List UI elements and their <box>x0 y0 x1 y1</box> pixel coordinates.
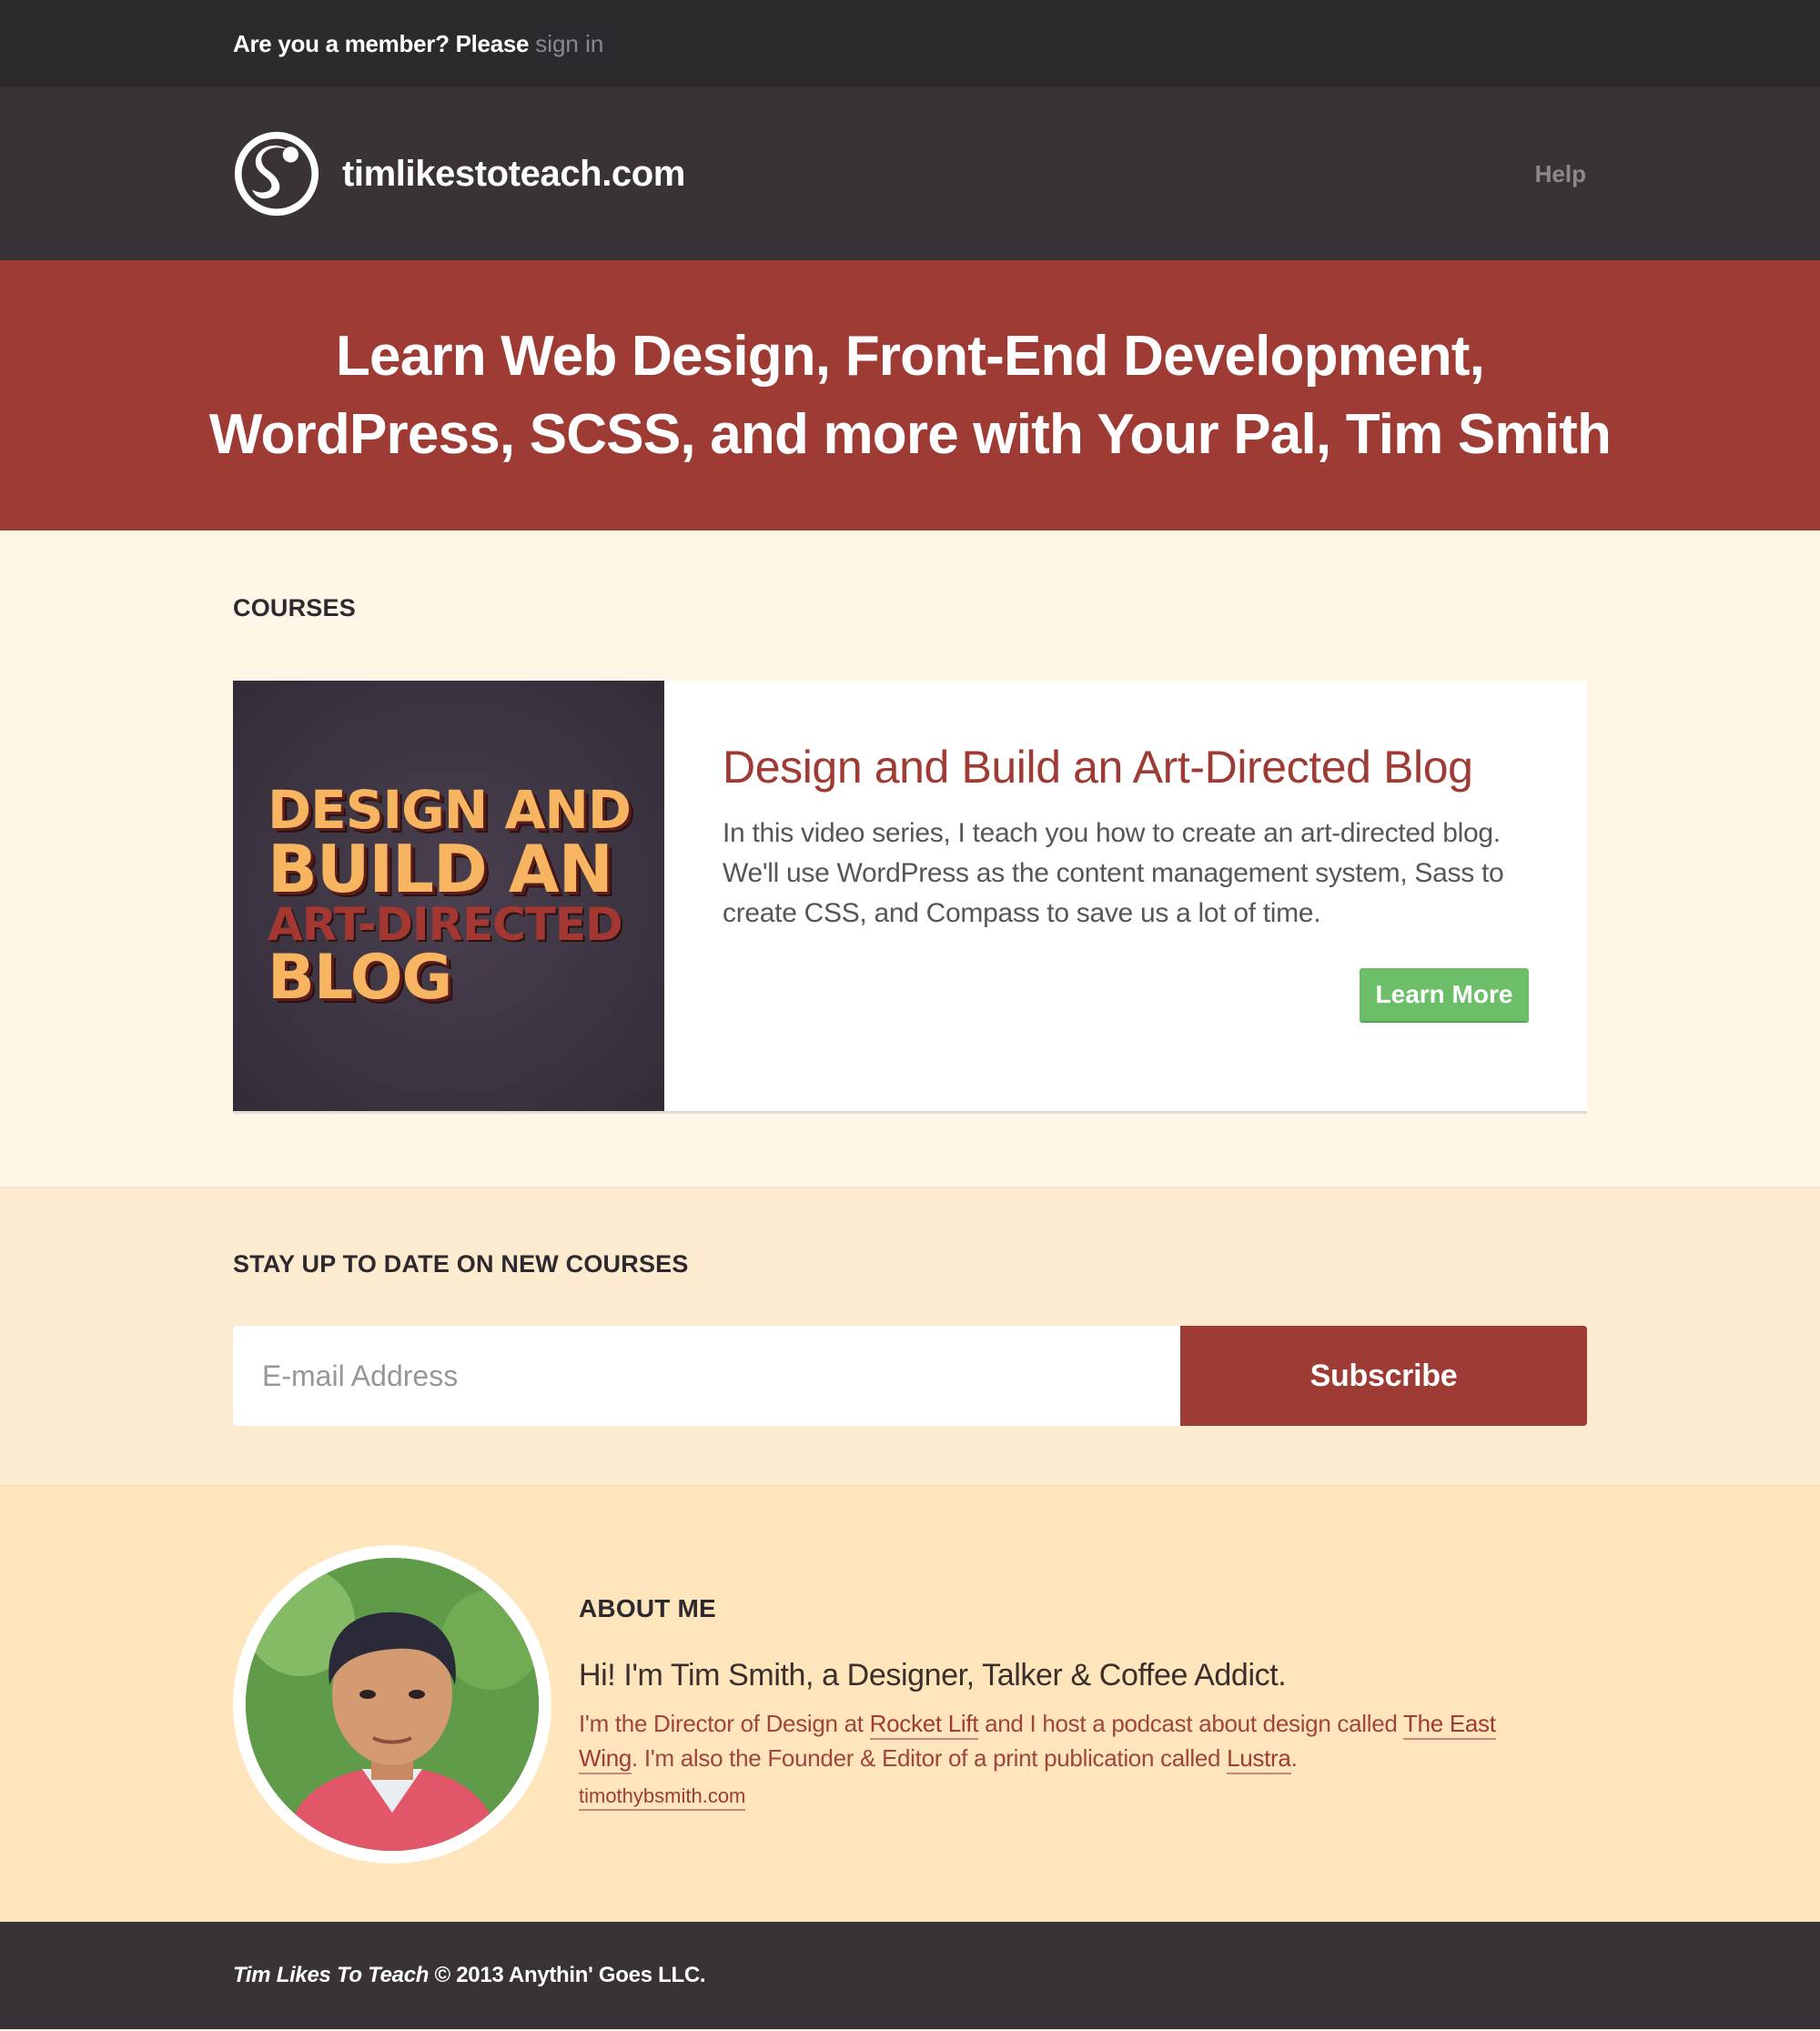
member-bar: Are you a member? Please sign in <box>0 0 1820 87</box>
avatar-portrait-icon <box>246 1558 539 1851</box>
footer-copyright-text: © 2013 Anythin' Goes LLC. <box>434 1963 706 1987</box>
subscribe-form: Subscribe <box>233 1326 1587 1426</box>
course-description: In this video series, I teach you how to… <box>723 818 1504 928</box>
about-bio: I'm the Director of Design at Rocket Lif… <box>579 1706 1543 1775</box>
thumb-line: BLOG <box>268 941 452 1014</box>
hero-headline: Learn Web Design, Front-End Development,… <box>208 318 1612 474</box>
member-prompt: Are you a member? Please <box>233 29 530 57</box>
bio-text: and I host a podcast about design called <box>978 1710 1404 1737</box>
thumb-line: BUILD AN <box>268 830 613 907</box>
courses-heading: COURSES <box>233 594 356 621</box>
subscribe-heading: STAY UP TO DATE ON NEW COURSES <box>233 1250 689 1278</box>
hero-banner: Learn Web Design, Front-End Development,… <box>0 260 1820 530</box>
hero-line-2: WordPress, SCSS, and more with Your Pal,… <box>208 402 1612 466</box>
course-body: Design and Build an Art-Directed Blog In… <box>664 681 1587 1111</box>
subscribe-button[interactable]: Subscribe <box>1180 1326 1587 1426</box>
sign-in-link[interactable]: sign in <box>535 30 603 58</box>
thumb-line: ART-DIRECTED <box>268 897 623 951</box>
bio-text: . <box>1290 1744 1298 1772</box>
bio-text: I'm the Director of Design at <box>579 1710 870 1737</box>
course-title[interactable]: Design and Build an Art-Directed Blog <box>723 741 1531 793</box>
email-input[interactable] <box>233 1326 1180 1426</box>
help-link[interactable]: Help <box>1535 160 1586 188</box>
footer-copyright: Tim Likes To Teach © 2013 Anythin' Goes … <box>233 1963 706 1988</box>
brand-home-link[interactable]: timlikestoteach.com <box>233 130 685 217</box>
courses-section: COURSES DESIGN AND BUILD AN ART-DIRECTED… <box>0 530 1820 1188</box>
avatar <box>246 1558 539 1851</box>
course-thumbnail[interactable]: DESIGN AND BUILD AN ART-DIRECTED BLOG <box>233 681 664 1111</box>
thumb-line: DESIGN AND <box>268 778 632 841</box>
learn-more-button[interactable]: Learn More <box>1360 968 1529 1023</box>
site-footer: Tim Likes To Teach © 2013 Anythin' Goes … <box>0 1922 1820 2029</box>
course-card: DESIGN AND BUILD AN ART-DIRECTED BLOG De… <box>233 681 1587 1111</box>
site-header: timlikestoteach.com Help <box>0 87 1820 260</box>
personal-website-link[interactable]: timothybsmith.com <box>579 1784 746 1811</box>
rocket-lift-link[interactable]: Rocket Lift <box>869 1710 978 1740</box>
footer-brand: Tim Likes To Teach <box>233 1963 430 1987</box>
hero-line-1: Learn Web Design, Front-End Development, <box>335 324 1485 388</box>
lustra-link[interactable]: Lustra <box>1227 1744 1291 1774</box>
bio-text: . I'm also the Founder & Editor of a pri… <box>632 1744 1228 1772</box>
site-name: timlikestoteach.com <box>342 153 685 194</box>
about-heading: ABOUT ME <box>579 1594 716 1622</box>
subscribe-section: STAY UP TO DATE ON NEW COURSES Subscribe <box>0 1188 1820 1487</box>
avatar-frame <box>233 1545 551 1864</box>
about-text: ABOUT ME Hi! I'm Tim Smith, a Designer, … <box>579 1594 1543 1811</box>
site-logo-icon <box>234 131 319 217</box>
about-lead: Hi! I'm Tim Smith, a Designer, Talker & … <box>579 1658 1287 1692</box>
about-section: ABOUT ME Hi! I'm Tim Smith, a Designer, … <box>0 1487 1820 1922</box>
